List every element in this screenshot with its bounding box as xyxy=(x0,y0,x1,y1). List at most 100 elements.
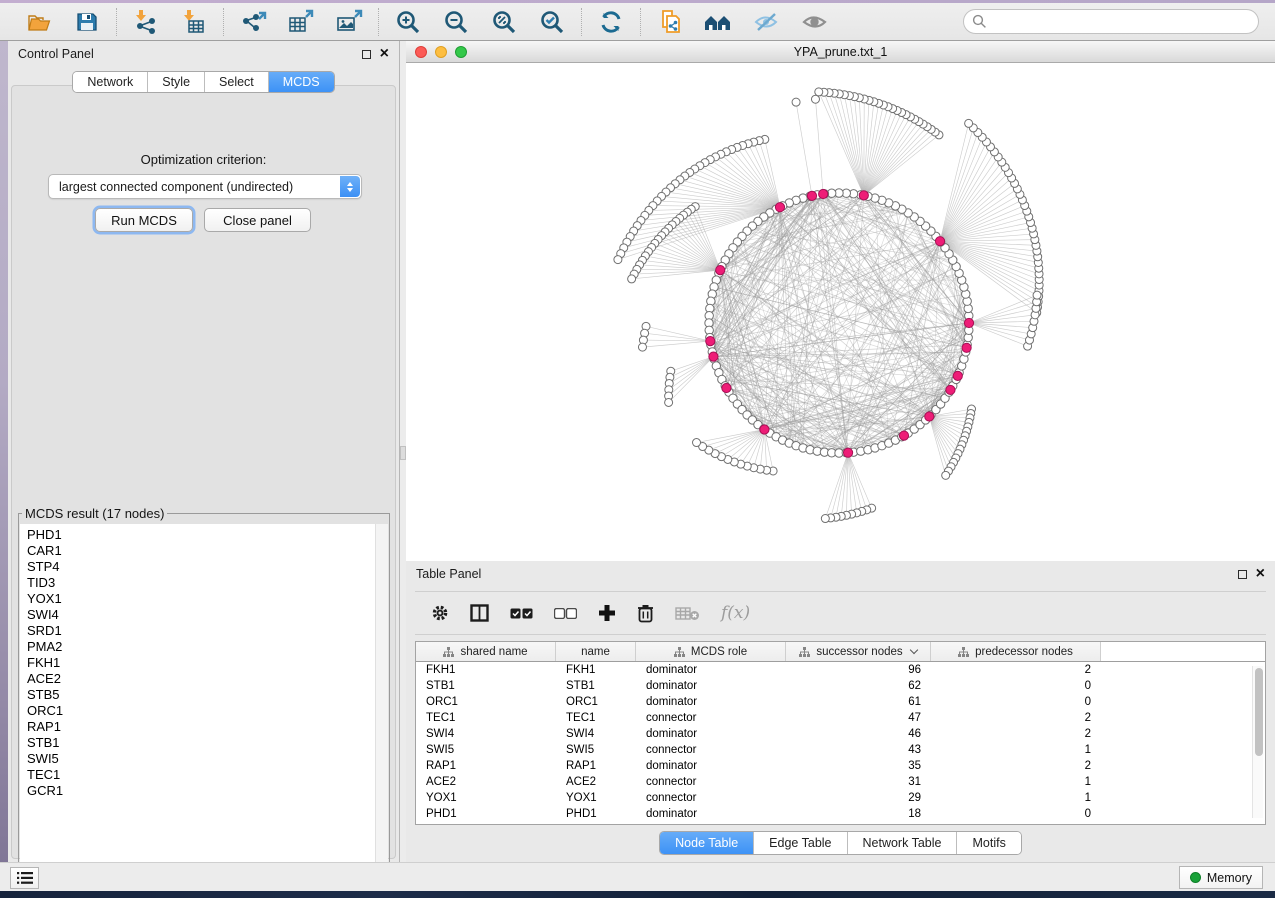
mcds-node-item[interactable]: SWI5 xyxy=(27,751,375,767)
graph-mcds-hub-node[interactable] xyxy=(775,203,784,212)
tab-mcds[interactable]: MCDS xyxy=(268,72,334,92)
import-network-icon[interactable] xyxy=(131,8,161,36)
table-row[interactable]: RAP1RAP1dominator352 xyxy=(416,758,1265,774)
duplicate-network-icon[interactable] xyxy=(655,8,685,36)
table-row[interactable]: FKH1FKH1dominator962 xyxy=(416,662,1265,678)
apply-layout-icon[interactable] xyxy=(596,8,626,36)
table-row[interactable]: SWI4SWI4dominator462 xyxy=(416,726,1265,742)
graph-leaf-node[interactable] xyxy=(792,98,800,106)
table-scrollbar-thumb[interactable] xyxy=(1255,668,1263,756)
mcds-node-item[interactable]: SWI4 xyxy=(27,607,375,623)
graph-leaf-node[interactable] xyxy=(965,119,973,127)
mcds-node-item[interactable]: STP4 xyxy=(27,559,375,575)
first-neighbors-icon[interactable] xyxy=(703,8,733,36)
mcds-node-item[interactable]: YOX1 xyxy=(27,591,375,607)
tab-style[interactable]: Style xyxy=(147,72,204,92)
close-panel-button[interactable]: Close panel xyxy=(204,208,311,232)
gear-icon[interactable] xyxy=(431,604,449,622)
graph-mcds-hub-node[interactable] xyxy=(722,383,731,392)
export-table-icon[interactable] xyxy=(286,8,316,36)
close-panel-icon[interactable]: × xyxy=(1256,569,1265,579)
memory-button[interactable]: Memory xyxy=(1179,866,1263,889)
mcds-node-item[interactable]: RAP1 xyxy=(27,719,375,735)
graph-mcds-hub-node[interactable] xyxy=(962,343,971,352)
mcds-node-item[interactable]: ORC1 xyxy=(27,703,375,719)
mcds-result-list[interactable]: PHD1CAR1STP4TID3YOX1SWI4SRD1PMA2FKH1ACE2… xyxy=(20,524,375,876)
graph-leaf-node[interactable] xyxy=(614,256,622,264)
graph-leaf-node[interactable] xyxy=(1033,291,1041,299)
graph-mcds-hub-node[interactable] xyxy=(899,431,908,440)
graph-leaf-node[interactable] xyxy=(811,95,819,103)
save-session-icon[interactable] xyxy=(72,8,102,36)
graph-mcds-hub-node[interactable] xyxy=(859,191,868,200)
graph-leaf-node[interactable] xyxy=(693,439,701,447)
column-header-mcds-role[interactable]: MCDS role xyxy=(636,642,786,661)
graph-mcds-hub-node[interactable] xyxy=(946,385,955,394)
float-panel-icon[interactable] xyxy=(362,50,371,59)
table-row[interactable]: YOX1YOX1connector291 xyxy=(416,790,1265,806)
mcds-node-item[interactable]: CAR1 xyxy=(27,543,375,559)
add-row-icon[interactable] xyxy=(598,604,616,622)
column-header-shared-name[interactable]: shared name xyxy=(416,642,556,661)
mcds-node-item[interactable]: TID3 xyxy=(27,575,375,591)
mcds-node-item[interactable]: STB5 xyxy=(27,687,375,703)
graph-leaf-node[interactable] xyxy=(628,275,636,283)
show-columns-icon[interactable] xyxy=(470,604,489,622)
run-mcds-button[interactable]: Run MCDS xyxy=(95,208,193,232)
graph-mcds-hub-node[interactable] xyxy=(964,318,973,327)
search-input[interactable] xyxy=(992,15,1250,29)
mcds-node-item[interactable]: STB1 xyxy=(27,735,375,751)
graph-mcds-hub-node[interactable] xyxy=(807,191,816,200)
graph-mcds-hub-node[interactable] xyxy=(706,336,715,345)
close-panel-icon[interactable]: × xyxy=(380,49,389,59)
table-row[interactable]: ORC1ORC1dominator610 xyxy=(416,694,1265,710)
graph-leaf-node[interactable] xyxy=(815,88,823,96)
tab-select[interactable]: Select xyxy=(204,72,268,92)
export-image-icon[interactable] xyxy=(334,8,364,36)
hide-selected-icon[interactable] xyxy=(751,8,781,36)
tab-node-table[interactable]: Node Table xyxy=(660,832,753,854)
float-panel-icon[interactable] xyxy=(1238,570,1247,579)
mcds-node-item[interactable]: SRD1 xyxy=(27,623,375,639)
table-row[interactable]: SWI5SWI5connector431 xyxy=(416,742,1265,758)
tab-network-table[interactable]: Network Table xyxy=(847,832,957,854)
mcds-node-item[interactable]: PMA2 xyxy=(27,639,375,655)
deselect-all-icon[interactable] xyxy=(554,608,577,619)
mcds-list-scrollbar[interactable] xyxy=(375,524,388,876)
graph-mcds-hub-node[interactable] xyxy=(843,448,852,457)
mcds-node-item[interactable]: FKH1 xyxy=(27,655,375,671)
graph-mcds-hub-node[interactable] xyxy=(925,412,934,421)
task-history-button[interactable] xyxy=(10,867,39,889)
graph-mcds-hub-node[interactable] xyxy=(819,189,828,198)
mcds-node-item[interactable]: GCR1 xyxy=(27,783,375,799)
column-header-predecessor-nodes[interactable]: predecessor nodes xyxy=(931,642,1101,661)
graph-mcds-hub-node[interactable] xyxy=(716,266,725,275)
column-header-successor-nodes[interactable]: successor nodes xyxy=(786,642,931,661)
graph-leaf-node[interactable] xyxy=(821,515,829,523)
graph-leaf-node[interactable] xyxy=(638,343,646,351)
graph-leaf-node[interactable] xyxy=(665,398,673,406)
mcds-node-item[interactable]: PHD1 xyxy=(27,527,375,543)
optimization-criterion-select[interactable]: largest connected component (undirected) xyxy=(48,174,362,199)
select-all-icon[interactable] xyxy=(510,608,533,619)
graph-mcds-hub-node[interactable] xyxy=(760,425,769,434)
zoom-in-icon[interactable] xyxy=(393,8,423,36)
zoom-selected-icon[interactable] xyxy=(537,8,567,36)
table-row[interactable]: PHD1PHD1dominator180 xyxy=(416,806,1265,822)
table-scrollbar[interactable] xyxy=(1252,666,1263,818)
export-network-icon[interactable] xyxy=(238,8,268,36)
zoom-fit-icon[interactable] xyxy=(489,8,519,36)
mcds-node-item[interactable]: ACE2 xyxy=(27,671,375,687)
tab-motifs[interactable]: Motifs xyxy=(956,832,1020,854)
network-window-titlebar[interactable]: YPA_prune.txt_1 xyxy=(406,41,1275,63)
tab-edge-table[interactable]: Edge Table xyxy=(753,832,846,854)
show-all-icon[interactable] xyxy=(799,8,829,36)
open-file-icon[interactable] xyxy=(24,8,54,36)
graph-mcds-hub-node[interactable] xyxy=(953,371,962,380)
mcds-node-item[interactable]: TEC1 xyxy=(27,767,375,783)
search-box[interactable] xyxy=(963,9,1259,34)
table-row[interactable]: STB1STB1dominator620 xyxy=(416,678,1265,694)
zoom-out-icon[interactable] xyxy=(441,8,471,36)
column-header-name[interactable]: name xyxy=(556,642,636,661)
graph-mcds-hub-node[interactable] xyxy=(709,352,718,361)
